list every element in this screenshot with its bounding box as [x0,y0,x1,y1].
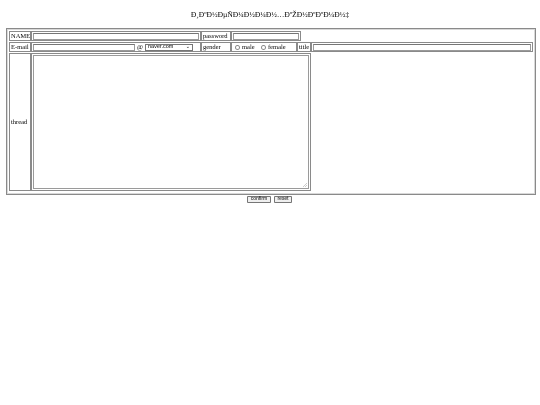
email-label: E-mail [11,44,29,51]
thread-input-cell [31,53,311,191]
gender-options-cell: male female [231,42,297,52]
gender-male-label: male [242,44,255,51]
confirm-button[interactable]: confirm [247,196,271,203]
gender-label-cell: gender [201,42,231,52]
at-symbol: @ [137,44,143,51]
password-input[interactable] [233,33,299,40]
gender-label: gender [203,44,221,51]
title-label: title [299,44,310,51]
email-input[interactable] [33,44,135,51]
name-label-cell: NAME [9,31,31,41]
gender-female-label: female [268,44,286,51]
email-domain-select[interactable]: naver.com ⌄ [145,44,193,51]
title-label-cell: title [297,42,311,52]
email-label-cell: E-mail [9,42,31,52]
password-input-cell [231,31,301,41]
page-title: Ð¸ÐºÐ½ÐµÑÐ¼Ð½Ð¼Ð½…ÐºŽÐ½ÐºÐºÐ¼Ð½‡ [190,10,350,19]
title-input-cell [311,42,533,52]
email-input-cell: @ naver.com ⌄ [31,42,201,52]
chevron-down-icon: ⌄ [185,44,190,50]
password-label: password [203,33,228,40]
name-input-cell [31,31,201,41]
gender-female-radio[interactable] [261,45,266,50]
password-label-cell: password [201,31,231,41]
resize-grip-icon[interactable] [303,183,307,187]
reset-button[interactable]: reset [274,196,292,203]
email-domain-value: naver.com [148,44,174,50]
thread-textarea[interactable] [33,55,309,189]
thread-label: thread [11,119,28,126]
gender-male-radio[interactable] [235,45,240,50]
form-table: NAME password E-mail @ naver.com ⌄ gende… [6,28,536,195]
name-label: NAME [11,33,31,40]
title-input[interactable] [313,44,531,51]
thread-label-cell: thread [9,53,31,191]
name-input[interactable] [33,33,199,40]
